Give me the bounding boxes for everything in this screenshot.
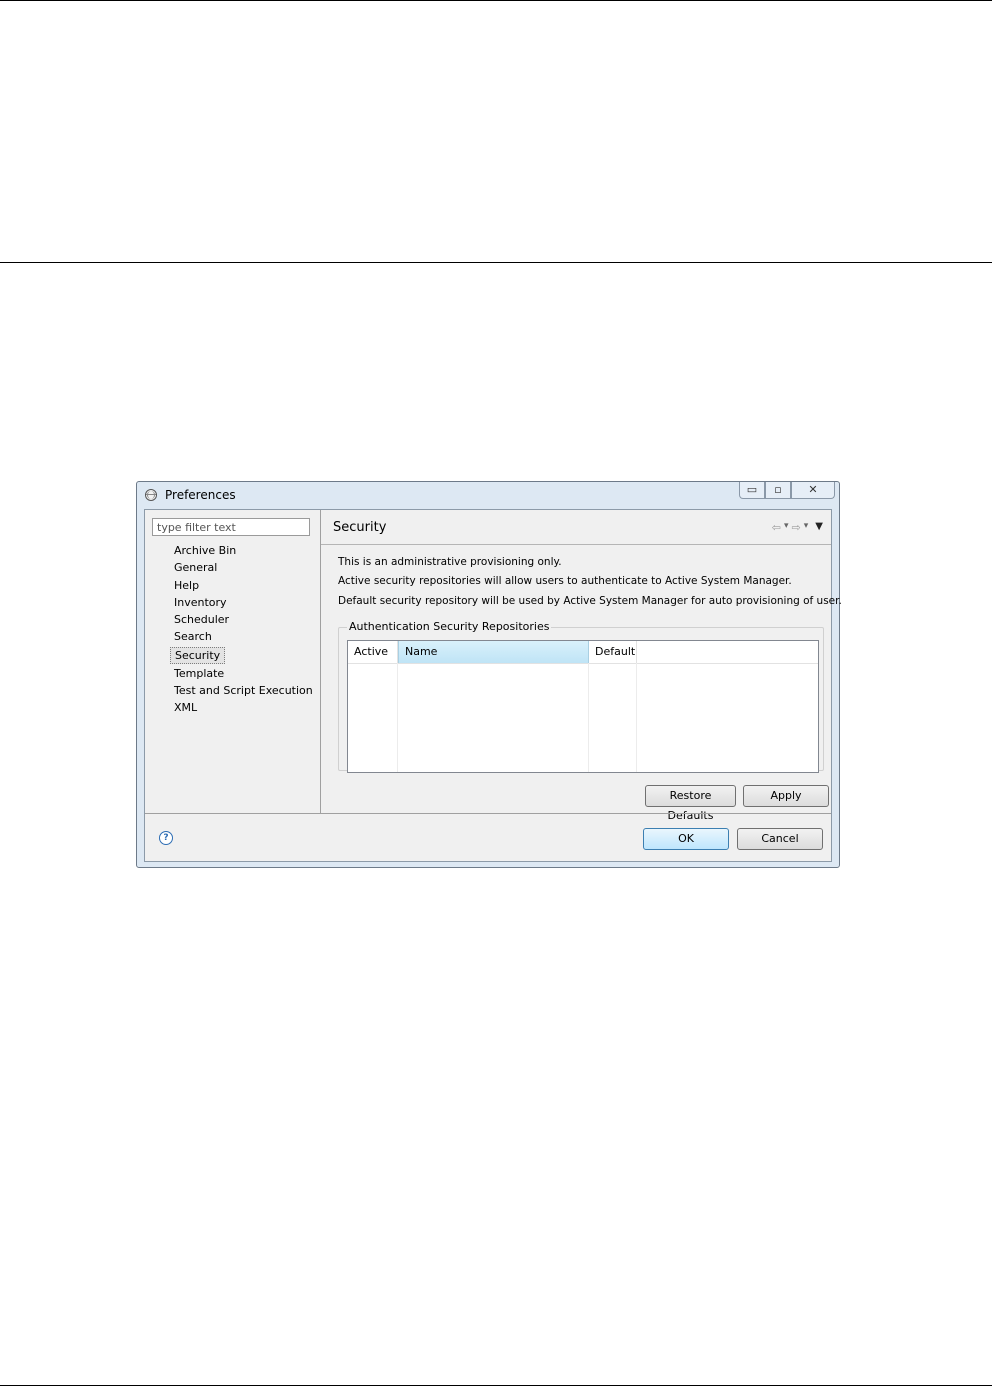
authentication-repositories-group: Authentication Security Repositories Act… — [338, 620, 824, 773]
tree-item-security[interactable]: Security — [170, 646, 226, 664]
column-divider — [397, 663, 398, 772]
help-icon[interactable]: ? — [159, 831, 173, 845]
back-arrow-icon[interactable]: ⇦ — [772, 521, 781, 534]
close-button[interactable]: ✕ — [791, 482, 835, 499]
preference-navigation: Archive Bin General Help Inventory Sched… — [145, 510, 321, 813]
tree-item-search[interactable]: Search — [170, 628, 317, 645]
view-menu-icon[interactable]: ▼ — [815, 521, 823, 534]
tree-item-scheduler[interactable]: Scheduler — [170, 611, 317, 628]
tree-item-xml[interactable]: XML — [170, 699, 317, 716]
ok-button[interactable]: OK — [643, 828, 729, 850]
cancel-button[interactable]: Cancel — [737, 828, 823, 850]
tree-item-test-and-script-execution[interactable]: Test and Script Execution — [170, 682, 317, 699]
forward-arrow-icon[interactable]: ⇨ — [792, 521, 801, 534]
tree-item-archive-bin[interactable]: Archive Bin — [170, 542, 317, 559]
column-header-default[interactable]: Default — [589, 641, 637, 663]
page-header: Security ⇦ ▾ ⇨ ▾ ▼ — [321, 510, 831, 545]
column-divider — [588, 663, 589, 772]
description-line: Default security repository will be used… — [338, 595, 842, 607]
dialog-footer: ? OK Cancel — [145, 813, 831, 861]
tree-item-template[interactable]: Template — [170, 665, 317, 682]
globe-icon — [145, 489, 157, 501]
description-line: Active security repositories will allow … — [338, 575, 792, 587]
tree-item-help[interactable]: Help — [170, 577, 317, 594]
group-label: Authentication Security Repositories — [347, 620, 552, 633]
preferences-dialog: Preferences ▭ ▫ ✕ Archive Bin General He… — [136, 481, 842, 868]
repositories-table[interactable]: Active Name Default — [347, 640, 819, 773]
column-divider — [636, 663, 637, 772]
page-bottom-rule — [0, 1385, 992, 1386]
title-bar[interactable]: Preferences ▭ ▫ ✕ — [137, 482, 839, 509]
table-header: Active Name Default — [348, 641, 818, 664]
dialog-client-area: Archive Bin General Help Inventory Sched… — [144, 509, 842, 862]
maximize-button[interactable]: ▫ — [765, 482, 791, 499]
description-line: This is an administrative provisioning o… — [338, 556, 562, 568]
window-controls: ▭ ▫ ✕ — [739, 482, 835, 500]
header-divider — [0, 262, 992, 263]
column-header-active[interactable]: Active — [348, 641, 398, 663]
column-header-name[interactable]: Name — [398, 641, 589, 663]
filter-input[interactable] — [152, 518, 310, 536]
back-dropdown-icon[interactable]: ▾ — [784, 521, 789, 534]
minimize-button[interactable]: ▭ — [739, 482, 765, 499]
page-title: Security — [333, 520, 387, 535]
window-title: Preferences — [165, 488, 236, 502]
apply-button[interactable]: Apply — [743, 785, 829, 807]
tree-item-general[interactable]: General — [170, 559, 317, 576]
forward-dropdown-icon[interactable]: ▾ — [804, 521, 809, 534]
preference-page: Security ⇦ ▾ ⇨ ▾ ▼ This is an administra… — [321, 510, 842, 822]
page-navigation: ⇦ ▾ ⇨ ▾ ▼ — [772, 521, 823, 534]
tree-item-inventory[interactable]: Inventory — [170, 594, 317, 611]
preference-tree: Archive Bin General Help Inventory Sched… — [170, 542, 317, 717]
restore-defaults-button[interactable]: Restore Defaults — [645, 785, 736, 822]
page-top-rule — [0, 0, 992, 1]
